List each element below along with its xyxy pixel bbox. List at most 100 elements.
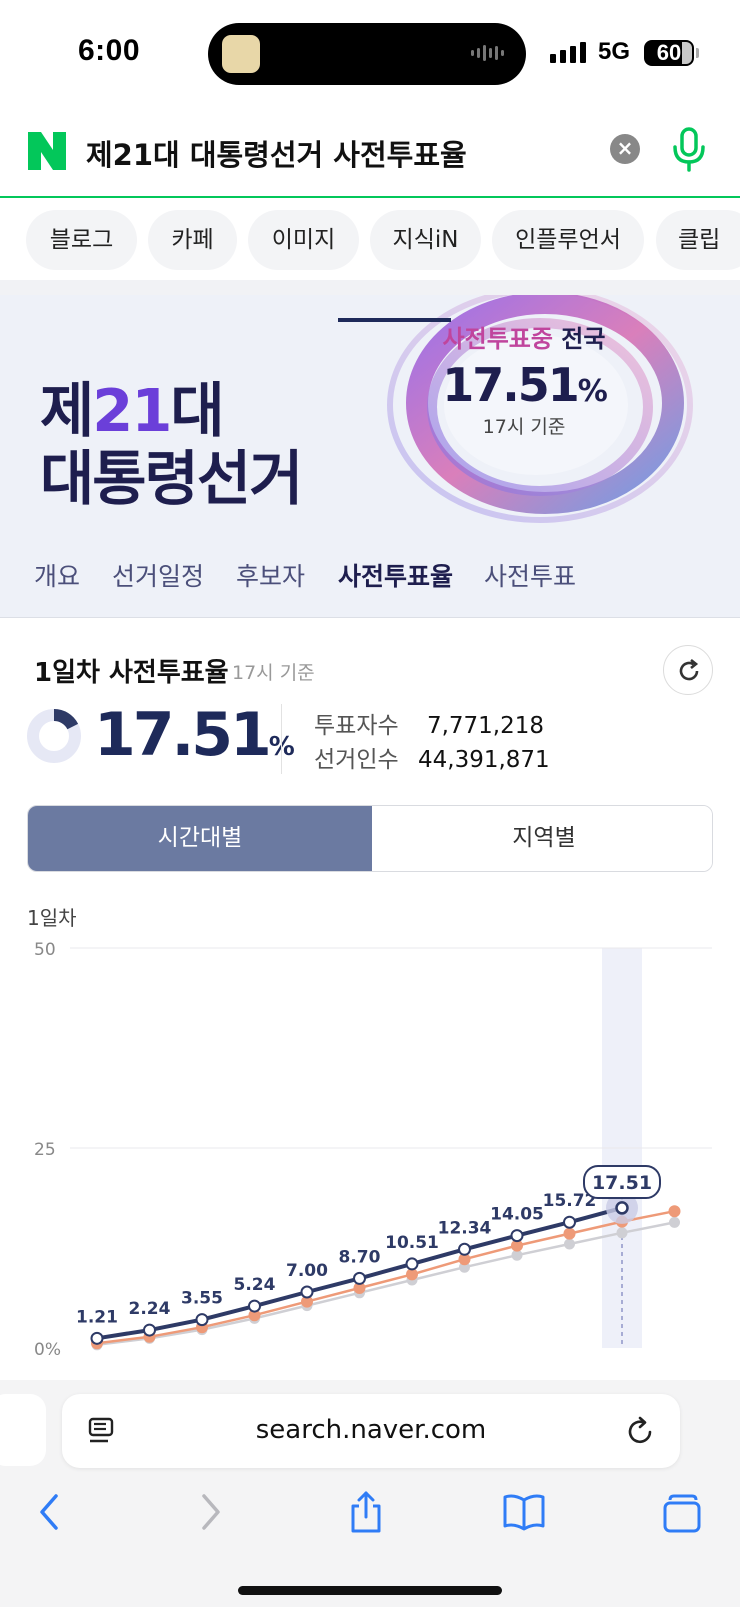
y-tick-label: 0% xyxy=(34,1340,61,1360)
voters-row: 투표자수 7,771,218 xyxy=(314,706,544,740)
series-current-point xyxy=(195,1313,209,1327)
forward-icon[interactable] xyxy=(190,1490,230,1534)
data-label: 5.24 xyxy=(234,1275,276,1295)
view-toggle: 시간대별 지역별 xyxy=(27,805,713,872)
active-tab-indicator xyxy=(338,318,451,322)
refresh-button[interactable] xyxy=(663,645,713,695)
toggle-by-region[interactable]: 지역별 xyxy=(372,806,712,871)
cellular-signal-icon xyxy=(550,42,586,63)
home-indicator xyxy=(238,1586,502,1595)
series-current-point xyxy=(90,1331,104,1345)
safari-toolbar: search.naver.com xyxy=(0,1380,740,1607)
series-older-point xyxy=(616,1227,628,1239)
series-previous-point xyxy=(563,1227,576,1240)
series-previous-point xyxy=(668,1205,681,1218)
share-icon[interactable] xyxy=(346,1490,386,1534)
badge-subtext: 17시 기준 xyxy=(482,416,566,438)
chip-influencer[interactable]: 인플루언서 xyxy=(492,210,644,270)
chip-images[interactable]: 이미지 xyxy=(248,210,359,270)
tab-early-turnout[interactable]: 사전투표율 xyxy=(338,557,453,593)
banner-title-prefix: 제 xyxy=(40,376,94,445)
badge-percent: % xyxy=(577,374,608,409)
badge-value: 17.51 xyxy=(442,358,580,412)
series-current-point xyxy=(458,1242,471,1256)
url-text[interactable]: search.naver.com xyxy=(62,1415,680,1445)
dynamic-island[interactable] xyxy=(208,23,526,85)
status-time: 6:00 xyxy=(78,34,141,67)
banner-title: 제21대 대통령선거 xyxy=(40,376,303,513)
turnout-rate-value: 17.51 xyxy=(94,700,272,770)
banner-title-suffix: 대 xyxy=(170,376,224,445)
battery-level: 60 xyxy=(656,40,682,65)
series-current-point xyxy=(405,1257,419,1271)
electorate-row: 선거인수 44,391,871 xyxy=(314,740,550,774)
turnout-donut-icon xyxy=(27,709,81,763)
voters-value: 7,771,218 xyxy=(426,713,544,739)
chip-clip[interactable]: 클립 xyxy=(656,210,740,270)
clear-search-button[interactable]: × xyxy=(610,134,640,164)
series-current-point xyxy=(563,1215,576,1229)
microphone-icon[interactable] xyxy=(671,127,707,173)
chip-cafe[interactable]: 카페 xyxy=(148,210,237,270)
toggle-by-time[interactable]: 시간대별 xyxy=(28,806,372,871)
status-bar: 6:00 5G 60 xyxy=(0,0,740,108)
data-label: 10.51 xyxy=(385,1233,439,1253)
audio-wave-icon xyxy=(471,45,504,61)
badge-label-nationwide: 전국 xyxy=(561,325,606,353)
battery-icon: 60 xyxy=(644,40,699,66)
address-bar[interactable]: search.naver.com xyxy=(62,1394,680,1468)
search-bar: 제21대 대통령선거 사전투표율 × xyxy=(0,108,740,198)
refresh-icon xyxy=(679,658,699,681)
data-label: 14.05 xyxy=(490,1205,544,1225)
battery-empty-part xyxy=(682,42,692,64)
search-category-chips: 블로그 카페 이미지 지식iN 인플루언서 클립 xyxy=(0,200,740,280)
series-current-point xyxy=(143,1323,156,1337)
series-current-point xyxy=(353,1271,366,1285)
series-older-point xyxy=(669,1216,680,1228)
naver-logo-icon[interactable] xyxy=(26,130,68,172)
previous-tab-preview[interactable] xyxy=(0,1394,46,1466)
search-query-text[interactable]: 제21대 대통령선거 사전투표율 xyxy=(86,132,467,174)
turnout-time-basis: 17시 기준 xyxy=(232,662,315,684)
reload-icon[interactable] xyxy=(626,1416,656,1446)
tab-candidates[interactable]: 후보자 xyxy=(236,557,305,593)
tab-schedule[interactable]: 선거일정 xyxy=(112,557,204,593)
chart-svg: 0% 25 50 1.21 2.24 3.55 5.24 7.00 8.7010.5112.34… xyxy=(34,940,712,1360)
stats-divider xyxy=(281,704,282,774)
data-label: 7.00 xyxy=(286,1261,328,1281)
chip-blog[interactable]: 블로그 xyxy=(26,210,137,270)
turnout-section-title: 1일차 사전투표율 xyxy=(34,658,229,688)
banner-divider xyxy=(0,617,740,618)
bookmarks-icon[interactable] xyxy=(502,1490,546,1534)
election-subtabs: 개요 선거일정 후보자 사전투표율 사전투표 xyxy=(0,535,740,617)
highlight-point xyxy=(615,1201,629,1215)
banner-title-number: 21 xyxy=(92,376,172,445)
tab-overview[interactable]: 개요 xyxy=(34,557,80,593)
tabs-icon[interactable] xyxy=(662,1490,702,1534)
network-type: 5G xyxy=(598,38,631,65)
y-tick-label: 25 xyxy=(34,1140,56,1160)
data-label: 2.24 xyxy=(129,1299,171,1319)
badge-label-voting: 사전투표중 xyxy=(442,325,553,353)
chip-knowledge-in[interactable]: 지식iN xyxy=(370,210,481,270)
banner-title-line2: 대통령선거 xyxy=(40,444,303,513)
data-label: 1.21 xyxy=(76,1307,118,1327)
data-label: 12.34 xyxy=(438,1218,492,1238)
tab-early-voting[interactable]: 사전투표 xyxy=(484,557,576,593)
y-tick-label: 50 xyxy=(34,940,56,960)
turnout-badge: 사전투표중 전국 17.51% 17시 기준 xyxy=(424,319,624,439)
electorate-value: 44,391,871 xyxy=(418,747,550,773)
electorate-label: 선거인수 xyxy=(314,747,399,773)
section-divider xyxy=(0,280,740,295)
series-current-point xyxy=(510,1229,524,1243)
back-icon[interactable] xyxy=(30,1490,70,1534)
series-current-point xyxy=(300,1285,314,1299)
series-current-point xyxy=(248,1299,261,1313)
series-older-point xyxy=(564,1238,575,1250)
live-activity-app-icon xyxy=(222,35,260,73)
voters-label: 투표자수 xyxy=(314,713,399,739)
turnout-rate: 17.51% xyxy=(94,700,295,770)
series-previous-point xyxy=(406,1268,418,1281)
series-older-point xyxy=(511,1249,523,1261)
data-label: 3.55 xyxy=(181,1289,223,1309)
